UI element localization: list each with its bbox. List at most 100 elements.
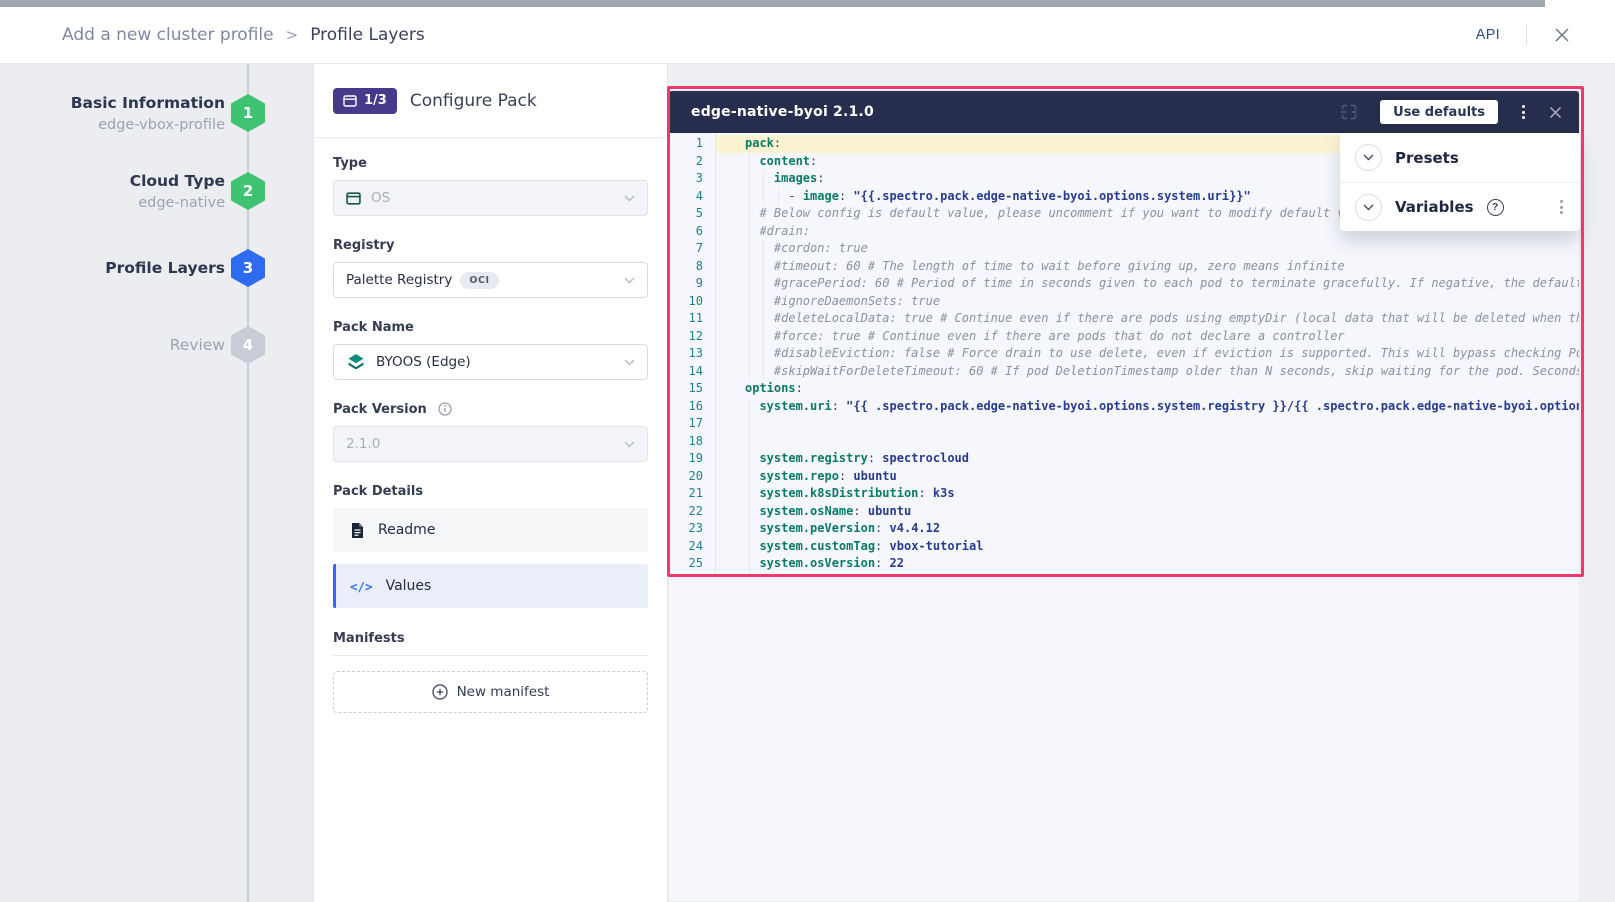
line-number: 20 bbox=[669, 468, 715, 486]
indent-guide bbox=[749, 538, 750, 556]
code-line-13[interactable]: 13 #disableEviction: false # Force drain… bbox=[669, 345, 1579, 363]
line-number: 11 bbox=[669, 310, 715, 328]
new-manifest-label: New manifest bbox=[457, 684, 550, 700]
line-number: 24 bbox=[669, 538, 715, 556]
plus-circle-icon bbox=[432, 684, 448, 700]
editor-close-icon[interactable] bbox=[1549, 106, 1562, 119]
registry-select[interactable]: Palette Registry OCI bbox=[333, 262, 648, 298]
line-number: 16 bbox=[669, 398, 715, 416]
step-3-hexagon[interactable]: 3 bbox=[231, 249, 265, 287]
indent-guide bbox=[763, 310, 764, 328]
code-line-21[interactable]: 21 system.k8sDistribution: k3s bbox=[669, 485, 1579, 503]
step-review[interactable]: Review bbox=[170, 334, 225, 356]
variables-kebab-menu-icon[interactable] bbox=[1557, 197, 1566, 217]
step-profile-layers[interactable]: Profile Layers bbox=[105, 257, 225, 279]
code-line-20[interactable]: 20 system.repo: ubuntu bbox=[669, 468, 1579, 486]
code-line-9[interactable]: 9 #gracePeriod: 60 # Period of time in s… bbox=[669, 275, 1579, 293]
code-line-19[interactable]: 19 system.registry: spectrocloud bbox=[669, 450, 1579, 468]
step-cloud-type[interactable]: Cloud Type edge-native bbox=[130, 170, 225, 214]
indent-guide bbox=[749, 485, 750, 503]
code-line-18[interactable]: 18 bbox=[669, 433, 1579, 451]
new-manifest-button[interactable]: New manifest bbox=[333, 671, 648, 713]
help-question-icon[interactable]: ? bbox=[1487, 199, 1504, 216]
type-label: Type bbox=[333, 156, 648, 171]
indent-guide bbox=[749, 223, 750, 241]
pack-details-label: Pack Details bbox=[333, 484, 648, 499]
editor-kebab-menu-icon[interactable] bbox=[1519, 102, 1528, 122]
code-line-22[interactable]: 22 system.osName: ubuntu bbox=[669, 503, 1579, 521]
pack-details-readme[interactable]: Readme bbox=[333, 508, 648, 552]
breadcrumb-parent-link[interactable]: Add a new cluster profile bbox=[62, 25, 274, 45]
type-select[interactable]: OS bbox=[333, 180, 648, 216]
code-line-7[interactable]: 7 #cordon: true bbox=[669, 240, 1579, 258]
breadcrumb-separator: > bbox=[286, 26, 299, 44]
line-number: 9 bbox=[669, 275, 715, 293]
pack-version-value: 2.1.0 bbox=[346, 436, 380, 452]
pack-details-values[interactable]: </> Values bbox=[333, 564, 648, 608]
manifests-label: Manifests bbox=[333, 631, 648, 646]
indent-guide bbox=[749, 275, 750, 293]
code-line-16[interactable]: 16 system.uri: "{{ .spectro.pack.edge-na… bbox=[669, 398, 1579, 416]
chevron-down-icon bbox=[624, 441, 635, 448]
presets-row[interactable]: Presets bbox=[1340, 133, 1580, 182]
breadcrumb: Add a new cluster profile > Profile Laye… bbox=[62, 25, 425, 45]
api-link[interactable]: API bbox=[1476, 27, 1500, 43]
chevron-down-icon[interactable] bbox=[1355, 144, 1382, 171]
step-subtitle: edge-vbox-profile bbox=[71, 114, 225, 136]
code-line-23[interactable]: 23 system.peVersion: v4.4.12 bbox=[669, 520, 1579, 538]
step-title: Cloud Type bbox=[130, 170, 225, 192]
variables-row[interactable]: Variables ? bbox=[1340, 182, 1580, 231]
expand-editor-icon[interactable] bbox=[1339, 102, 1359, 122]
code-line-15[interactable]: 15options: bbox=[669, 380, 1579, 398]
chevron-down-icon bbox=[624, 277, 635, 284]
pack-version-label: Pack Version bbox=[333, 402, 648, 417]
step-progress-text: 1/3 bbox=[364, 93, 387, 108]
line-number: 6 bbox=[669, 223, 715, 241]
indent-guide bbox=[749, 520, 750, 538]
step-title: Review bbox=[170, 334, 225, 356]
window-icon bbox=[343, 95, 357, 107]
indent-guide bbox=[749, 170, 750, 188]
step-1-hexagon[interactable]: 1 bbox=[231, 94, 265, 132]
code-line-10[interactable]: 10 #ignoreDaemonSets: true bbox=[669, 293, 1579, 311]
code-line-25[interactable]: 25 system.osVersion: 22 bbox=[669, 555, 1579, 573]
chevron-down-icon[interactable] bbox=[1355, 194, 1382, 221]
line-number: 3 bbox=[669, 170, 715, 188]
editor-header: edge-native-byoi 2.1.0 Use defaults bbox=[669, 91, 1579, 133]
indent-guide bbox=[778, 188, 779, 206]
pack-version-select[interactable]: 2.1.0 bbox=[333, 426, 648, 462]
code-line-11[interactable]: 11 #deleteLocalData: true # Continue eve… bbox=[669, 310, 1579, 328]
pack-name-select[interactable]: BYOOS (Edge) bbox=[333, 344, 648, 380]
line-number: 12 bbox=[669, 328, 715, 346]
code-line-8[interactable]: 8 #timeout: 60 # The length of time to w… bbox=[669, 258, 1579, 276]
close-icon[interactable] bbox=[1553, 26, 1571, 44]
modal-header: Add a new cluster profile > Profile Laye… bbox=[0, 7, 1615, 64]
code-line-12[interactable]: 12 #force: true # Continue even if there… bbox=[669, 328, 1579, 346]
step-number: 3 bbox=[243, 259, 253, 277]
registry-value: Palette Registry bbox=[346, 272, 452, 288]
line-number: 14 bbox=[669, 363, 715, 381]
header-divider bbox=[1526, 24, 1527, 46]
step-basic-information[interactable]: Basic Information edge-vbox-profile bbox=[71, 92, 225, 136]
info-icon[interactable] bbox=[438, 402, 452, 416]
code-line-24[interactable]: 24 system.customTag: vbox-tutorial bbox=[669, 538, 1579, 556]
chevron-down-icon bbox=[624, 195, 635, 202]
indent-guide bbox=[763, 345, 764, 363]
code-line-17[interactable]: 17 bbox=[669, 415, 1579, 433]
presets-variables-dropdown: Presets Variables ? bbox=[1340, 133, 1580, 231]
indent-guide bbox=[749, 555, 750, 573]
indent-guide bbox=[749, 450, 750, 468]
step-number: 1 bbox=[243, 104, 253, 122]
line-number: 15 bbox=[669, 380, 715, 398]
line-number: 4 bbox=[669, 188, 715, 206]
indent-guide bbox=[749, 363, 750, 381]
use-defaults-button[interactable]: Use defaults bbox=[1380, 100, 1498, 124]
code-line-14[interactable]: 14 #skipWaitForDeleteTimeout: 60 # If po… bbox=[669, 363, 1579, 381]
indent-guide bbox=[763, 293, 764, 311]
manifests-divider bbox=[333, 655, 648, 656]
step-4-hexagon[interactable]: 4 bbox=[231, 326, 265, 364]
step-2-hexagon[interactable]: 2 bbox=[231, 172, 265, 210]
configure-pack-form: Type OS Registry Palette Registry OCI Pa… bbox=[314, 138, 667, 713]
step-title: Profile Layers bbox=[105, 257, 225, 279]
wizard-stepper: Basic Information edge-vbox-profile 1 Cl… bbox=[0, 64, 313, 902]
